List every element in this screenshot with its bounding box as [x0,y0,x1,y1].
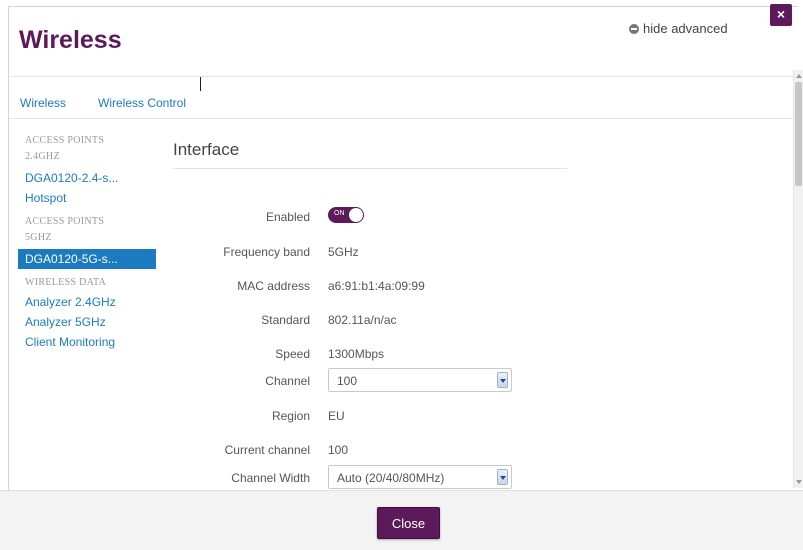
close-icon[interactable]: × [770,4,792,26]
standard-value: 802.11a/n/ac [328,313,397,327]
scroll-up-icon[interactable] [796,74,802,78]
tab-wireless[interactable]: Wireless [20,96,66,110]
sidebar-heading: ACCESS POINTS 5GHZ [25,216,105,243]
channel-width-select[interactable]: Auto (20/40/80MHz) [328,465,512,489]
sidebar-item-ap5g[interactable]: DGA0120-5G-s... [18,249,156,269]
mac-address-value: a6:91:b1:4a:09:99 [328,279,425,293]
channel-width-row: Channel Width Auto (20/40/80MHz) [160,465,620,489]
channel-row: Channel 100 [160,368,620,392]
current-channel-value: 100 [328,443,349,457]
sidebar-item-analyzer-24[interactable]: Analyzer 2.4GHz [25,292,175,312]
channel-select[interactable]: 100 [328,368,512,392]
frequency-band-row: Frequency band 5GHz [160,240,620,264]
sidebar-item-hotspot[interactable]: Hotspot [25,188,175,208]
minus-circle-icon [629,23,639,34]
mac-address-label: MAC address [237,279,310,293]
channel-label: Channel [265,374,310,388]
sidebar-heading: WIRELESS DATA [25,277,107,288]
standard-row: Standard 802.11a/n/ac [160,308,620,332]
scroll-down-icon[interactable] [796,480,802,484]
region-row: Region EU [160,404,620,428]
speed-row: Speed 1300Mbps [160,342,620,366]
chevron-down-icon[interactable] [497,372,508,388]
sidebar: ACCESS POINTS 2.4GHZ DGA0120-2.4-s... Ho… [18,133,175,352]
page-title: Wireless [19,26,122,54]
hide-advanced-label: hide advanced [643,21,728,36]
section-title: Interface [173,140,240,159]
channel-selected-value: 100 [337,374,358,388]
modal-header: Wireless hide advanced × [9,4,799,77]
region-label: Region [271,409,310,423]
enabled-toggle[interactable]: ON [328,207,364,223]
close-button[interactable]: Close [377,507,440,539]
region-value: EU [328,409,345,423]
chevron-down-icon[interactable] [497,469,508,485]
current-channel-label: Current channel [224,443,310,457]
text-cursor [200,77,201,91]
channel-width-selected-value: Auto (20/40/80MHz) [337,471,445,485]
vertical-scrollbar[interactable] [793,70,803,488]
toggle-on-label: ON [334,210,345,217]
mac-address-row: MAC address a6:91:b1:4a:09:99 [160,274,620,298]
hide-advanced-link[interactable]: hide advanced [629,21,728,36]
current-channel-row: Current channel 100 [160,438,620,462]
sidebar-item-client-monitoring[interactable]: Client Monitoring [25,332,175,352]
enabled-row: Enabled ON [160,205,620,229]
channel-width-label: Channel Width [231,471,310,485]
scrollbar-thumb[interactable] [795,82,802,186]
sidebar-heading: ACCESS POINTS 2.4GHZ [25,135,105,162]
speed-value: 1300Mbps [328,347,385,361]
tab-wireless-control[interactable]: Wireless Control [98,96,186,110]
standard-label: Standard [261,313,310,327]
modal-footer: Close [0,490,803,550]
frequency-band-label: Frequency band [223,245,310,259]
tab-bar: Wireless Wireless Control [9,77,799,119]
frequency-band-value: 5GHz [328,245,359,259]
speed-label: Speed [275,347,310,361]
sidebar-item-analyzer-5[interactable]: Analyzer 5GHz [25,312,175,332]
section-divider [173,168,567,169]
enabled-label: Enabled [265,210,310,224]
toggle-knob [349,208,363,222]
sidebar-item-ap24[interactable]: DGA0120-2.4-s... [25,168,175,188]
